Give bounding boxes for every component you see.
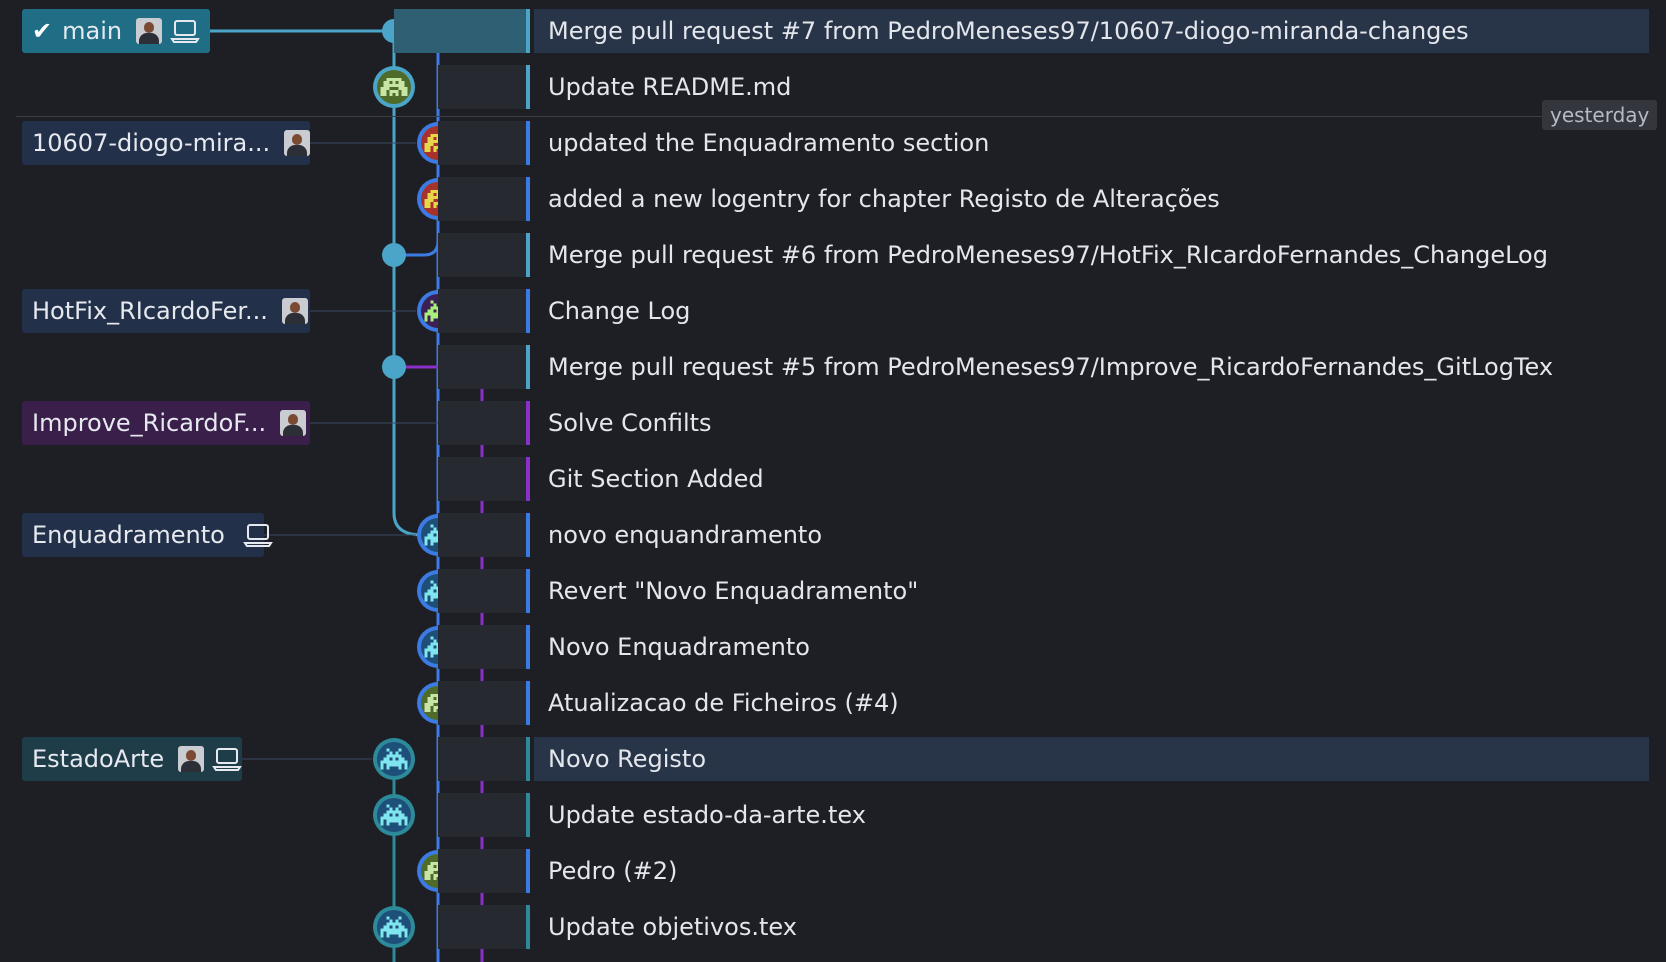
commit-row-graph-strip bbox=[438, 401, 526, 445]
commit-lane-indicator bbox=[526, 793, 530, 837]
commit-row-graph-strip bbox=[438, 233, 526, 277]
commit-message: Pedro (#2) bbox=[548, 857, 678, 885]
commit-message: Update objetivos.tex bbox=[548, 913, 797, 941]
commit-row-graph-strip bbox=[438, 513, 526, 557]
commit-lane-indicator bbox=[526, 681, 530, 725]
date-separator-line bbox=[16, 116, 1650, 117]
commit-lane-indicator bbox=[526, 401, 530, 445]
laptop-icon bbox=[212, 748, 243, 771]
commit-row[interactable]: Update objetivos.tex bbox=[0, 905, 1666, 949]
commit-row[interactable]: Git Section Added bbox=[0, 457, 1666, 501]
commit-row-graph-strip bbox=[438, 849, 526, 893]
branch-label[interactable]: 10607-diogo-mira... bbox=[22, 121, 311, 165]
branch-name: Improve_RicardoF... bbox=[32, 409, 267, 437]
commit-row[interactable]: Pedro (#2) bbox=[0, 849, 1666, 893]
commit-lane-indicator bbox=[526, 289, 530, 333]
laptop-icon bbox=[242, 524, 273, 547]
branch-name: HotFix_RIcardoFer... bbox=[32, 297, 268, 325]
commit-row[interactable]: Update README.md bbox=[0, 65, 1666, 109]
date-separator-label: yesterday bbox=[1542, 100, 1658, 130]
branch-label[interactable]: ✔ main bbox=[22, 9, 210, 53]
commit-row-graph-strip bbox=[438, 345, 526, 389]
commit-message: Solve Confilts bbox=[548, 409, 712, 437]
branch-name: 10607-diogo-mira... bbox=[32, 129, 271, 157]
commit-row-graph-strip bbox=[438, 457, 526, 501]
commit-row-graph-strip bbox=[438, 121, 526, 165]
commit-lane-indicator bbox=[526, 65, 530, 109]
author-avatar bbox=[178, 746, 205, 772]
commit-message: novo enquandramento bbox=[548, 521, 823, 549]
commit-graph-panel: Merge pull request #7 from PedroMeneses9… bbox=[0, 0, 1666, 962]
commit-message: Update estado-da-arte.tex bbox=[548, 801, 866, 829]
commit-message: Update README.md bbox=[548, 73, 792, 101]
author-avatar bbox=[281, 298, 308, 324]
commit-row[interactable]: Novo Registo bbox=[0, 737, 1666, 781]
commit-row[interactable]: Merge pull request #6 from PedroMeneses9… bbox=[0, 233, 1666, 277]
author-avatar bbox=[136, 18, 163, 44]
commit-message: Merge pull request #5 from PedroMeneses9… bbox=[548, 353, 1554, 381]
commit-lane-indicator bbox=[526, 345, 530, 389]
branch-name: EstadoArte bbox=[32, 745, 165, 773]
commit-message: Merge pull request #7 from PedroMeneses9… bbox=[548, 17, 1469, 45]
checkmark-icon: ✔ bbox=[32, 17, 53, 45]
commit-lane-indicator bbox=[526, 625, 530, 669]
commit-row[interactable]: Merge pull request #7 from PedroMeneses9… bbox=[0, 9, 1666, 53]
commit-lane-indicator bbox=[526, 121, 530, 165]
branch-label[interactable]: HotFix_RIcardoFer... bbox=[22, 289, 310, 333]
commit-lane-indicator bbox=[526, 737, 530, 781]
branch-label[interactable]: EstadoArte bbox=[22, 737, 243, 781]
commit-lane-indicator bbox=[526, 905, 530, 949]
commit-lane-indicator bbox=[526, 177, 530, 221]
commit-row[interactable]: Revert "Novo Enquadramento" bbox=[0, 569, 1666, 613]
commit-row-graph-strip bbox=[438, 625, 526, 669]
commit-row[interactable]: Merge pull request #5 from PedroMeneses9… bbox=[0, 345, 1666, 389]
commit-row-graph-strip bbox=[438, 569, 526, 613]
laptop-icon bbox=[170, 20, 200, 43]
branch-name: main bbox=[62, 17, 123, 45]
commit-row-graph-strip bbox=[438, 905, 526, 949]
commit-row[interactable]: added a new logentry for chapter Registo… bbox=[0, 177, 1666, 221]
commit-lane-indicator bbox=[526, 569, 530, 613]
commit-row[interactable]: Atualizacao de Ficheiros (#4) bbox=[0, 681, 1666, 725]
commit-row-graph-strip bbox=[438, 65, 526, 109]
author-avatar bbox=[280, 410, 307, 436]
commit-message: updated the Enquadramento section bbox=[548, 129, 990, 157]
commit-row-background bbox=[534, 289, 1649, 333]
commit-lane-indicator bbox=[526, 457, 530, 501]
commit-row-graph-strip bbox=[438, 681, 526, 725]
commit-message: Git Section Added bbox=[548, 465, 764, 493]
commit-message: added a new logentry for chapter Registo… bbox=[548, 185, 1220, 213]
branch-label[interactable]: Enquadramento bbox=[22, 513, 273, 557]
commit-message: Revert "Novo Enquadramento" bbox=[548, 577, 919, 605]
commit-row-graph-strip bbox=[438, 289, 526, 333]
commit-message: Atualizacao de Ficheiros (#4) bbox=[548, 689, 899, 717]
commit-message: Merge pull request #6 from PedroMeneses9… bbox=[548, 241, 1548, 269]
commit-row-background bbox=[534, 849, 1649, 893]
commit-lane-indicator bbox=[526, 849, 530, 893]
commit-lane-indicator bbox=[526, 233, 530, 277]
commit-message: Novo Registo bbox=[548, 745, 707, 773]
commit-row-graph-strip bbox=[394, 9, 526, 53]
commit-row-graph-strip bbox=[438, 793, 526, 837]
commit-message: Novo Enquadramento bbox=[548, 633, 810, 661]
commit-lane-indicator bbox=[526, 513, 530, 557]
branch-name: Enquadramento bbox=[32, 521, 225, 549]
commit-row[interactable]: Novo Enquadramento bbox=[0, 625, 1666, 669]
commit-row[interactable]: Update estado-da-arte.tex bbox=[0, 793, 1666, 837]
commit-message: Change Log bbox=[548, 297, 691, 325]
commit-lane-indicator bbox=[526, 9, 530, 53]
author-avatar bbox=[284, 130, 311, 156]
branch-label[interactable]: Improve_RicardoF... bbox=[22, 401, 310, 445]
commit-row-graph-strip bbox=[438, 737, 526, 781]
commit-row-graph-strip bbox=[438, 177, 526, 221]
